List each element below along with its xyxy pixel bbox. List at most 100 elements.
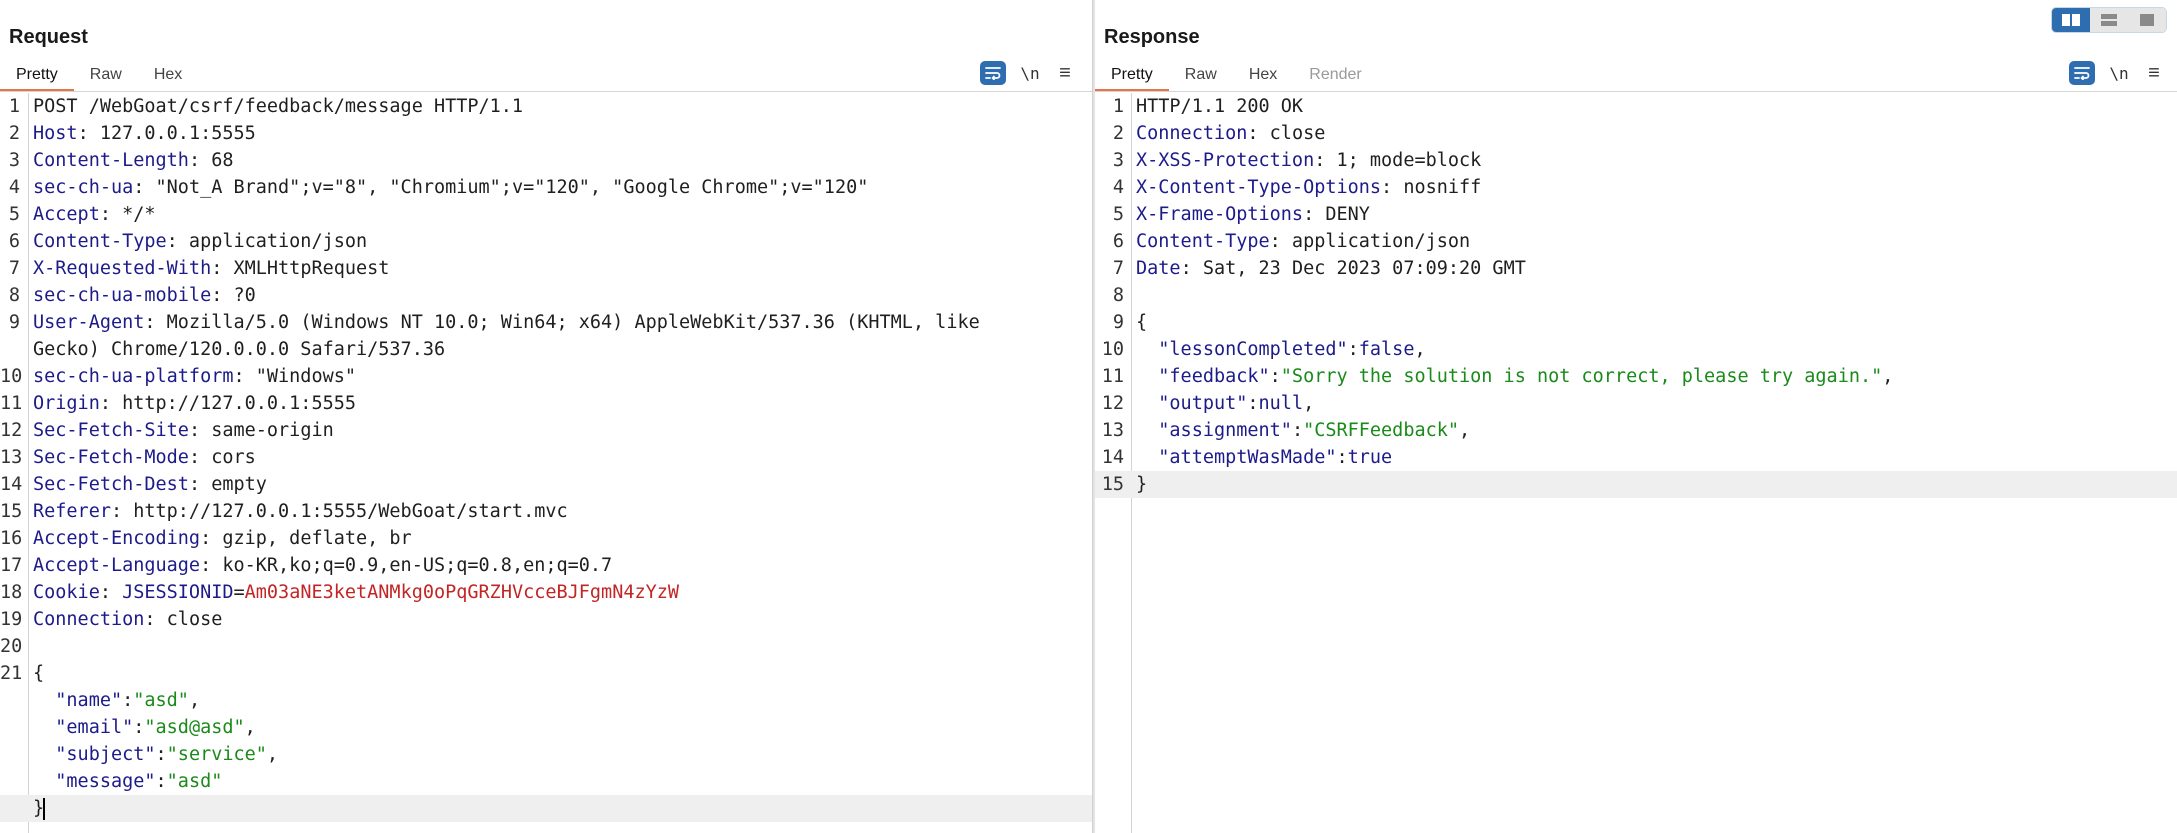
line-number: 10 <box>0 366 23 387</box>
code-token: : http://127.0.0.1:5555/WebGoat/start.mv… <box>110 501 568 522</box>
code-line: "email":"asd@asd", <box>0 714 1092 741</box>
code-line: 19 Connection: close <box>0 606 1092 633</box>
code-line: 3 Content-Length: 68 <box>0 147 1092 174</box>
show-newlines-button[interactable]: \n <box>1016 64 1044 83</box>
line-text: Content-Type: application/json <box>1136 228 1470 255</box>
code-token: : empty <box>188 474 267 495</box>
line-text: Content-Type: application/json <box>33 228 367 255</box>
show-newlines-button[interactable]: \n <box>2105 64 2133 83</box>
code-line: 7 Date: Sat, 23 Dec 2023 07:09:20 GMT <box>1095 255 2177 282</box>
tab-hex[interactable]: Hex <box>1233 60 1293 92</box>
line-text: "feedback":"Sorry the solution is not co… <box>1136 363 1893 390</box>
code-token: HTTP/1.1 200 OK <box>1136 96 1304 117</box>
request-tabs: Pretty Raw Hex <box>0 60 198 92</box>
code-token: Sec-Fetch-Site <box>33 420 189 441</box>
code-token: { <box>33 663 45 684</box>
code-token: } <box>1136 474 1148 495</box>
line-text: Cookie: JSESSIONID=Am03aNE3ketANMkg0oPqG… <box>33 579 679 606</box>
code-token: sec-ch-ua-platform <box>33 366 234 387</box>
line-text: X-Frame-Options: DENY <box>1136 201 1370 228</box>
line-text: "email":"asd@asd", <box>33 714 256 741</box>
code-line: 17 Accept-Language: ko-KR,ko;q=0.9,en-US;… <box>0 552 1092 579</box>
code-line: 2 Host: 127.0.0.1:5555 <box>0 120 1092 147</box>
code-line: 15} <box>1095 471 2177 498</box>
line-text: { <box>33 660 44 687</box>
text-caret <box>43 798 46 820</box>
code-line: 18 Cookie: JSESSIONID=Am03aNE3ketANMkg0oP… <box>0 579 1092 606</box>
wrap-lines-icon[interactable] <box>980 61 1006 85</box>
code-line: 1 POST /WebGoat/csrf/feedback/message HTT… <box>0 93 1092 120</box>
code-token: : DENY <box>1303 204 1370 225</box>
code-token: : close <box>1247 123 1326 144</box>
code-line: "name":"asd", <box>0 687 1092 714</box>
response-editor[interactable]: 1 HTTP/1.1 200 OK 2 Connection: close 3 X-XSS… <box>1095 93 2177 833</box>
code-line: 11 Origin: http://127.0.0.1:5555 <box>0 390 1092 417</box>
code-token: , <box>266 744 279 765</box>
code-token: "name" <box>33 690 123 711</box>
line-number: 3 <box>8 150 20 171</box>
code-token: : <box>155 771 167 792</box>
code-line: "subject":"service", <box>0 741 1092 768</box>
code-token: X-Requested-With <box>33 258 212 279</box>
code-line: 3 X-XSS-Protection: 1; mode=block <box>1095 147 2177 174</box>
code-token: User-Agent <box>33 312 145 333</box>
line-text: "name":"asd", <box>33 687 200 714</box>
code-token: X-XSS-Protection <box>1136 150 1315 171</box>
code-line: 15 Referer: http://127.0.0.1:5555/WebGoat… <box>0 498 1092 525</box>
line-number: 13 <box>0 447 23 468</box>
code-token: Date <box>1136 258 1181 279</box>
code-line: Gecko) Chrome/120.0.0.0 Safari/537.36 <box>0 336 1092 363</box>
line-text: Sec-Fetch-Site: same-origin <box>33 417 334 444</box>
code-line: 14 "attemptWasMade":true <box>1095 444 2177 471</box>
line-number: 14 <box>1101 447 1124 468</box>
code-token: : <box>1291 420 1304 441</box>
line-number: 4 <box>1112 177 1124 198</box>
code-token: POST /WebGoat/csrf/feedback/message HTTP… <box>33 96 524 117</box>
code-line: 2 Connection: close <box>1095 120 2177 147</box>
single-pane-layout-icon[interactable] <box>2128 8 2166 32</box>
line-text: Accept: */* <box>33 201 156 228</box>
code-token: Accept-Encoding <box>33 528 201 549</box>
wrap-lines-icon[interactable] <box>2069 61 2095 85</box>
line-text: Accept-Encoding: gzip, deflate, br <box>33 525 412 552</box>
line-text: X-Content-Type-Options: nosniff <box>1136 174 1481 201</box>
code-token: : XMLHttpRequest <box>211 258 390 279</box>
line-text: X-XSS-Protection: 1; mode=block <box>1136 147 1481 174</box>
tab-raw[interactable]: Raw <box>1169 60 1233 92</box>
code-token: null <box>1258 393 1304 414</box>
code-token: : Sat, 23 Dec 2023 07:09:20 GMT <box>1180 258 1526 279</box>
line-number: 17 <box>0 555 23 576</box>
tab-raw[interactable]: Raw <box>74 60 138 92</box>
code-token: Content-Type <box>33 231 167 252</box>
code-line: 9{ <box>1095 309 2177 336</box>
line-text: "lessonCompleted":false, <box>1136 336 1426 363</box>
code-token: "email" <box>33 717 134 738</box>
line-number: 6 <box>1112 231 1124 252</box>
tab-pretty[interactable]: Pretty <box>1095 60 1169 92</box>
request-lines: 1 POST /WebGoat/csrf/feedback/message HTT… <box>0 93 1092 822</box>
line-text: Gecko) Chrome/120.0.0.0 Safari/537.36 <box>33 336 445 363</box>
code-token: "output" <box>1136 393 1248 414</box>
stacked-layout-icon[interactable] <box>2090 8 2128 32</box>
hamburger-menu-icon[interactable]: ≡ <box>2143 63 2165 83</box>
side-by-side-layout-icon[interactable] <box>2052 8 2090 32</box>
code-token: Am03aNE3ketANMkg0oPqGRZHVcceBJFgmN4zYzW <box>244 582 680 603</box>
line-text: "subject":"service", <box>33 741 278 768</box>
code-token: "feedback" <box>1136 366 1270 387</box>
tab-hex[interactable]: Hex <box>138 60 198 92</box>
line-text: Connection: close <box>33 606 222 633</box>
tab-divider <box>0 91 1092 92</box>
hamburger-menu-icon[interactable]: ≡ <box>1054 63 1076 83</box>
line-text: } <box>1136 471 1147 498</box>
pane-title: Request <box>9 26 88 48</box>
tab-pretty[interactable]: Pretty <box>0 60 74 92</box>
request-editor[interactable]: 1 POST /WebGoat/csrf/feedback/message HTT… <box>0 93 1092 833</box>
line-text: Sec-Fetch-Mode: cors <box>33 444 256 471</box>
code-token: : application/json <box>1269 231 1471 252</box>
code-token: : cors <box>188 447 256 468</box>
code-token: : nosniff <box>1381 177 1482 198</box>
line-text: "output":null, <box>1136 390 1314 417</box>
line-text: } <box>33 795 46 822</box>
response-editor-toolbar: \n ≡ <box>2069 60 2165 86</box>
code-token: , <box>1414 339 1426 360</box>
